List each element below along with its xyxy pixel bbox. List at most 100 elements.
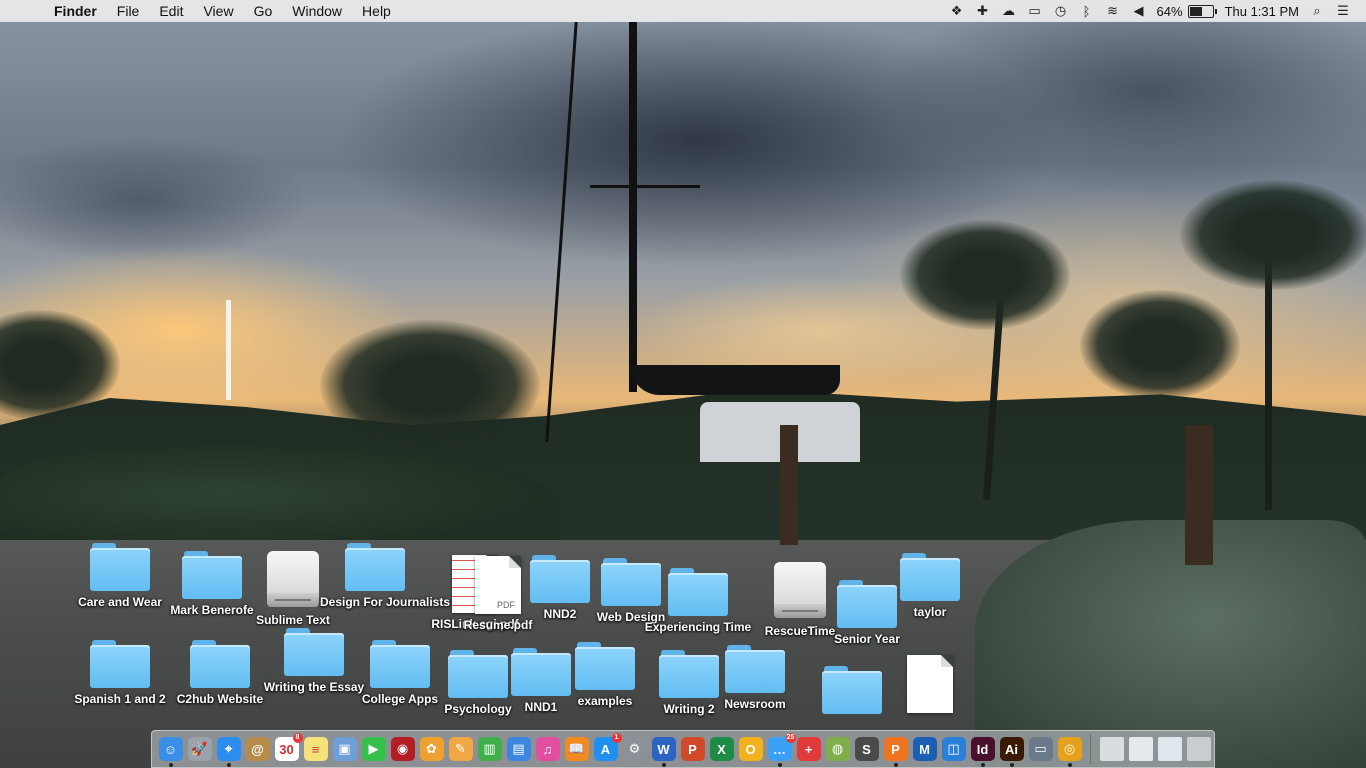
dock-app-glyph: ✎ [455, 741, 466, 756]
dock-app-glyph: ≡ [311, 741, 320, 757]
app-store-icon[interactable]: A1 [593, 733, 622, 761]
dropbox-icon[interactable]: ❖ [944, 0, 970, 22]
desktop-item-label: Senior Year [834, 632, 900, 646]
volume-icon[interactable]: ◀ [1126, 0, 1152, 22]
battery-percent[interactable]: 64% [1152, 4, 1188, 19]
powerpoint-icon[interactable]: P [680, 737, 705, 761]
folder-icon [345, 543, 405, 591]
dock-app-glyph: ▶ [368, 741, 379, 756]
facetime-icon[interactable]: ▶ [361, 737, 386, 761]
desktop-item[interactable]: taylor [875, 553, 985, 619]
pages-icon[interactable]: ✎ [448, 737, 473, 761]
notification-badge: 25 [785, 733, 796, 743]
menu-go[interactable]: Go [244, 0, 283, 22]
numbers-icon[interactable]: ▥ [477, 737, 502, 761]
network-icon[interactable]: ◍ [825, 737, 850, 761]
notification-center-icon[interactable]: ☰ [1330, 0, 1356, 22]
bluetooth-icon[interactable]: ᛒ [1074, 0, 1100, 22]
desktop-item-label: Newsroom [724, 697, 786, 711]
dock-app-glyph: W [657, 741, 670, 757]
desktop-item-label: C2hub Website [176, 692, 264, 706]
dock-app-glyph: O [745, 741, 756, 757]
menu-help[interactable]: Help [352, 0, 401, 22]
photos-icon[interactable]: ✿ [419, 737, 444, 761]
dock-app-glyph: ✿ [426, 741, 437, 756]
running-indicator [661, 763, 666, 767]
chrome-icon[interactable]: ◎ [1057, 737, 1082, 767]
menu-window[interactable]: Window [282, 0, 352, 22]
contacts-icon[interactable]: @ [245, 737, 270, 761]
illustrator-icon[interactable]: Ai [999, 737, 1024, 767]
clock[interactable]: Thu 1:31 PM [1220, 4, 1304, 19]
downloads-stack-icon[interactable] [1099, 737, 1124, 761]
desktop-item[interactable]: Spanish 1 and 2 [65, 640, 175, 706]
desktop-item[interactable]: Newsroom [700, 645, 810, 711]
safari-icon[interactable]: ⌖ [216, 737, 241, 767]
outlook-icon[interactable]: O [738, 737, 763, 761]
ibooks-icon[interactable]: 📖 [564, 737, 589, 761]
menu-finder[interactable]: Finder [46, 0, 107, 22]
desktop-item[interactable] [875, 655, 985, 717]
desktop-item[interactable]: Design For Journalists [320, 543, 451, 609]
launchpad-icon[interactable]: 🚀 [187, 737, 212, 761]
finder-icon[interactable]: ☺ [158, 737, 183, 767]
image-capture-icon[interactable]: ▭ [1028, 737, 1053, 761]
folder-icon [190, 640, 250, 688]
cloud-sync-icon[interactable]: ☁ [996, 0, 1022, 22]
notes-icon[interactable]: ≡ [303, 737, 328, 761]
documents-stack-icon[interactable] [1128, 737, 1153, 761]
wifi-icon[interactable]: ≋ [1100, 0, 1126, 22]
indesign-icon[interactable]: Id [970, 737, 995, 767]
menu-bar: Finder File Edit View Go Window Help ❖ ✚… [0, 0, 1366, 22]
folder-icon [575, 642, 635, 690]
desktop-item[interactable]: Experiencing Time [643, 568, 753, 634]
dock-app-glyph: S [862, 741, 871, 757]
dock-app-glyph: P [688, 741, 697, 757]
preview-icon[interactable]: ▣ [332, 737, 357, 761]
word-icon[interactable]: W [651, 737, 676, 767]
dock-app-glyph: ▤ [512, 741, 525, 756]
desktop-item-label: Design For Journalists [320, 595, 451, 609]
dock-app-glyph: P [891, 741, 900, 757]
system-preferences-icon[interactable]: ⚙ [622, 737, 647, 761]
screenshots-stack-icon[interactable] [1157, 737, 1182, 761]
folder-icon [284, 628, 344, 676]
dock-app-glyph: … [773, 741, 786, 757]
menu-edit[interactable]: Edit [149, 0, 193, 22]
calendar-icon[interactable]: 30 8 [274, 733, 303, 761]
dock-app-glyph: 30 [279, 741, 294, 757]
airplay-icon[interactable]: ▭ [1022, 0, 1048, 22]
running-indicator [1067, 763, 1072, 767]
trash-icon[interactable] [1186, 737, 1211, 761]
folder-icon [90, 543, 150, 591]
dock-app-glyph: ▭ [1034, 741, 1047, 756]
folder-icon [182, 551, 242, 599]
battery-icon[interactable] [1187, 4, 1217, 18]
sublime-text-icon[interactable]: S [854, 737, 879, 761]
menu-view[interactable]: View [193, 0, 243, 22]
dock-app-glyph: ♫ [542, 741, 553, 757]
mendeley-icon[interactable]: M [912, 737, 937, 761]
simplenote-icon[interactable]: ◫ [941, 737, 966, 761]
pdf-app-icon[interactable]: P [883, 737, 908, 767]
dock-app-glyph: ☺ [163, 741, 178, 757]
folder-icon [370, 640, 430, 688]
itunes-icon[interactable]: ♫ [535, 737, 560, 761]
keynote-icon[interactable]: ▤ [506, 737, 531, 761]
folder-icon [90, 640, 150, 688]
running-indicator [226, 763, 231, 767]
photo-booth-icon[interactable]: ◉ [390, 737, 415, 761]
disk-image-icon [267, 551, 319, 609]
excel-icon[interactable]: X [709, 737, 734, 761]
plus-cross-icon[interactable]: ✚ [970, 0, 996, 22]
messages-icon[interactable]: … 25 [767, 733, 796, 767]
spotlight-search-icon[interactable]: ⌕ [1304, 0, 1330, 22]
dock-app-glyph: X [717, 741, 726, 757]
dock-app-glyph: @ [251, 741, 264, 757]
dock-app-glyph: + [804, 741, 813, 757]
hospital-cross-icon[interactable]: + [796, 737, 821, 761]
dock-app-glyph: ◎ [1063, 741, 1076, 756]
menu-file[interactable]: File [107, 0, 150, 22]
running-indicator [168, 763, 173, 767]
time-machine-icon[interactable]: ◷ [1048, 0, 1074, 22]
